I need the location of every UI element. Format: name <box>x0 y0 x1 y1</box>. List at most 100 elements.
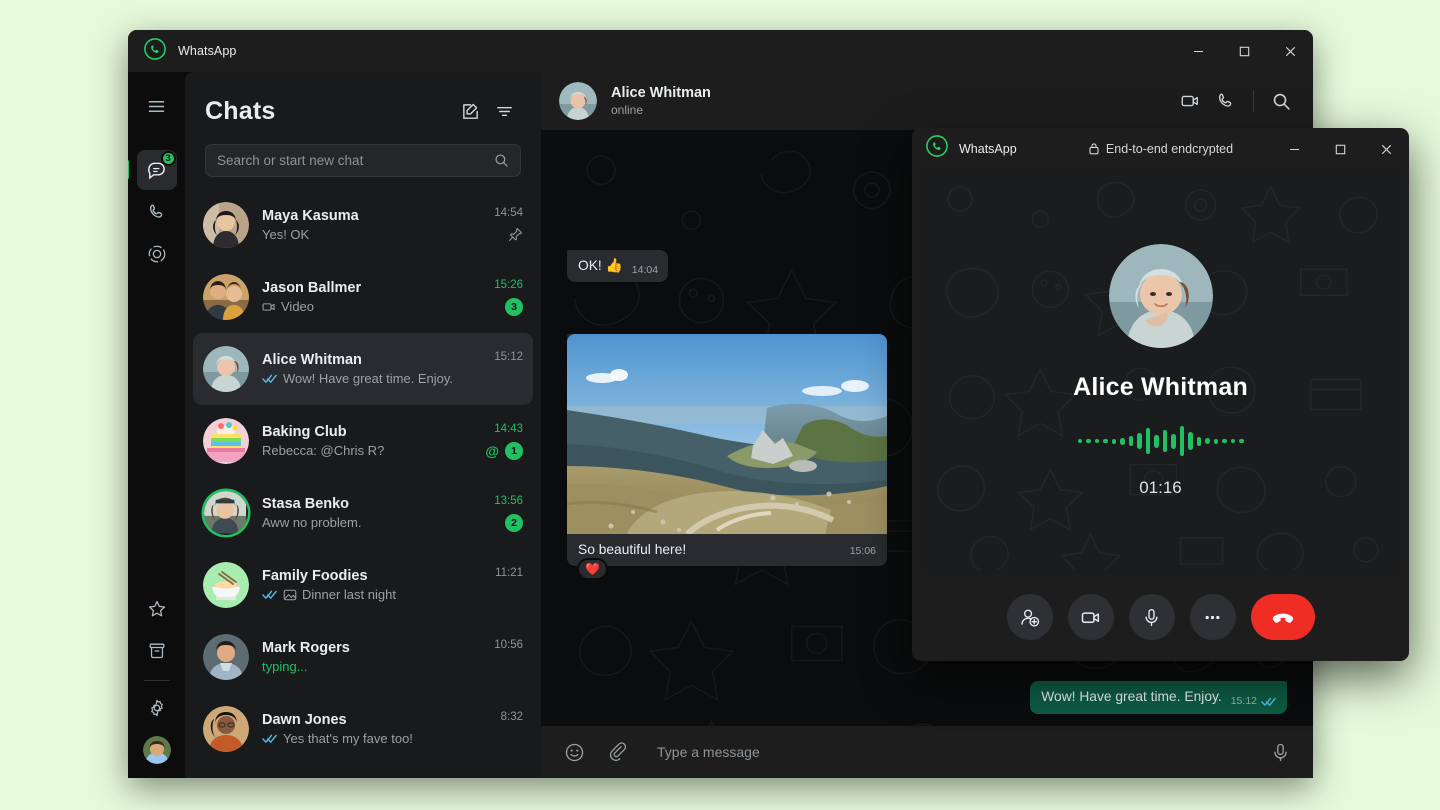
chat-preview: Aww no problem. <box>262 515 486 530</box>
chat-list-item[interactable]: Jason BallmerVideo15:263 <box>193 261 533 333</box>
waveform-bar <box>1205 438 1210 444</box>
sidebar-item-chats[interactable]: 3 <box>137 150 177 190</box>
waveform-bar <box>1129 436 1134 446</box>
chat-preview: Yes that's my fave too! <box>262 731 493 746</box>
image-message-bubble[interactable]: So beautiful here! 15:06 ❤️ <box>567 334 887 566</box>
image-caption: So beautiful here! <box>578 542 850 557</box>
voice-call-icon[interactable] <box>1208 83 1244 119</box>
chat-item-right: 15:263 <box>494 279 523 316</box>
add-participant-button[interactable] <box>1007 594 1053 640</box>
chat-list-item[interactable]: Ziggy Woodley8:12 <box>193 765 533 778</box>
chat-timestamp: 14:54 <box>494 207 523 219</box>
chat-contact-name: Jason Ballmer <box>262 280 486 296</box>
chat-contact-name: Stasa Benko <box>262 496 486 512</box>
read-receipt-icon <box>1261 696 1277 707</box>
toggle-video-button[interactable] <box>1068 594 1114 640</box>
chat-timestamp: 14:43 <box>494 423 523 435</box>
microphone-icon[interactable] <box>1265 737 1295 767</box>
video-call-icon[interactable] <box>1172 83 1208 119</box>
image-caption-row: So beautiful here! 15:06 <box>567 534 887 566</box>
navigation-rail: 3 <box>128 72 185 778</box>
message-bubble[interactable]: Wow! Have great time. Enjoy. 15:12 <box>1030 681 1287 714</box>
message-time: 15:06 <box>850 545 876 557</box>
chat-item-right: 14:43@1 <box>485 423 523 460</box>
waveform-bar <box>1171 434 1176 449</box>
chat-preview: Rebecca: @Chris R? <box>262 443 477 458</box>
chat-preview: typing... <box>262 659 486 674</box>
chat-avatar <box>203 634 249 680</box>
contact-meta: Alice Whitman online <box>611 85 1172 117</box>
unread-badge: 2 <box>505 514 523 532</box>
chat-list-header: Chats <box>185 72 541 136</box>
new-chat-icon[interactable] <box>453 94 487 128</box>
call-app-title: WhatsApp <box>959 142 1017 156</box>
chat-avatar <box>203 706 249 752</box>
main-titlebar: WhatsApp <box>128 30 1313 72</box>
chat-preview-text: Wow! Have great time. Enjoy. <box>283 371 453 386</box>
waveform-bar <box>1112 439 1117 444</box>
search-container <box>185 136 541 187</box>
hamburger-menu-icon[interactable] <box>137 86 177 126</box>
message-reaction[interactable]: ❤️ <box>577 558 608 580</box>
call-maximize-button[interactable] <box>1317 128 1363 170</box>
end-call-button[interactable] <box>1251 594 1315 640</box>
call-duration: 01:16 <box>1139 478 1182 498</box>
chat-item-main: Alice WhitmanWow! Have great time. Enjoy… <box>262 352 486 386</box>
chat-item-main: Maya KasumaYes! OK <box>262 208 486 242</box>
call-contact-avatar <box>1109 244 1213 348</box>
sidebar-item-archived[interactable] <box>137 631 177 671</box>
read-receipt-icon <box>262 733 278 744</box>
message-meta: 14:04 <box>632 263 658 277</box>
chat-list-item[interactable]: Family Foodies Dinner last night 11:21 <box>193 549 533 621</box>
message-photo[interactable] <box>567 334 887 534</box>
call-close-button[interactable] <box>1363 128 1409 170</box>
maximize-button[interactable] <box>1221 30 1267 72</box>
emoji-icon[interactable] <box>559 737 589 767</box>
message-bubble[interactable]: OK! 👍 14:04 <box>567 250 668 283</box>
toggle-microphone-button[interactable] <box>1129 594 1175 640</box>
call-controls <box>912 573 1409 661</box>
chat-preview: Dinner last night <box>262 587 487 602</box>
audio-waveform <box>1078 424 1244 458</box>
sidebar-item-starred[interactable] <box>137 589 177 629</box>
chat-item-right: 11:21 <box>495 567 523 604</box>
chat-list-item[interactable]: Dawn JonesYes that's my fave too!8:32 <box>193 693 533 765</box>
search-box[interactable] <box>205 144 521 177</box>
chats-unread-badge: 3 <box>161 151 176 166</box>
call-minimize-button[interactable] <box>1271 128 1317 170</box>
search-input[interactable] <box>217 153 494 168</box>
chat-preview-text: Yes that's my fave too! <box>283 731 413 746</box>
more-options-button[interactable] <box>1190 594 1236 640</box>
chat-list-item[interactable]: Mark Rogerstyping...10:56 <box>193 621 533 693</box>
chat-contact-name: Baking Club <box>262 424 477 440</box>
waveform-bar <box>1078 439 1083 443</box>
message-input[interactable] <box>657 744 1251 760</box>
waveform-bar <box>1214 439 1219 444</box>
minimize-button[interactable] <box>1175 30 1221 72</box>
chat-list-item[interactable]: Maya KasumaYes! OK 14:54 <box>193 189 533 261</box>
message-composer <box>541 726 1313 778</box>
chat-list-item[interactable]: Stasa BenkoAww no problem.13:562 <box>193 477 533 549</box>
profile-avatar[interactable] <box>143 736 171 764</box>
chat-list-item[interactable]: Baking Club Rebecca: @Chris R? 14:43@1 <box>193 405 533 477</box>
contact-name: Alice Whitman <box>611 85 1172 101</box>
chat-contact-name: Family Foodies <box>262 568 487 584</box>
chat-list-item[interactable]: Alice WhitmanWow! Have great time. Enjoy… <box>193 333 533 405</box>
filter-chats-icon[interactable] <box>487 94 521 128</box>
sidebar-item-settings[interactable] <box>137 688 177 728</box>
sidebar-item-calls[interactable] <box>137 192 177 232</box>
rail-divider <box>144 680 170 681</box>
encryption-text: End-to-end endcrypted <box>1106 142 1233 156</box>
whatsapp-logo-icon <box>144 38 166 65</box>
waveform-bar <box>1180 426 1185 456</box>
search-in-chat-icon[interactable] <box>1263 83 1299 119</box>
chat-avatar <box>203 346 249 392</box>
waveform-bar <box>1239 439 1244 443</box>
search-icon[interactable] <box>494 153 509 168</box>
chat-preview: Wow! Have great time. Enjoy. <box>262 371 486 386</box>
attach-icon[interactable] <box>603 737 633 767</box>
sidebar-item-status[interactable] <box>137 234 177 274</box>
contact-avatar[interactable] <box>559 82 597 120</box>
contact-status: online <box>611 103 1172 117</box>
close-button[interactable] <box>1267 30 1313 72</box>
